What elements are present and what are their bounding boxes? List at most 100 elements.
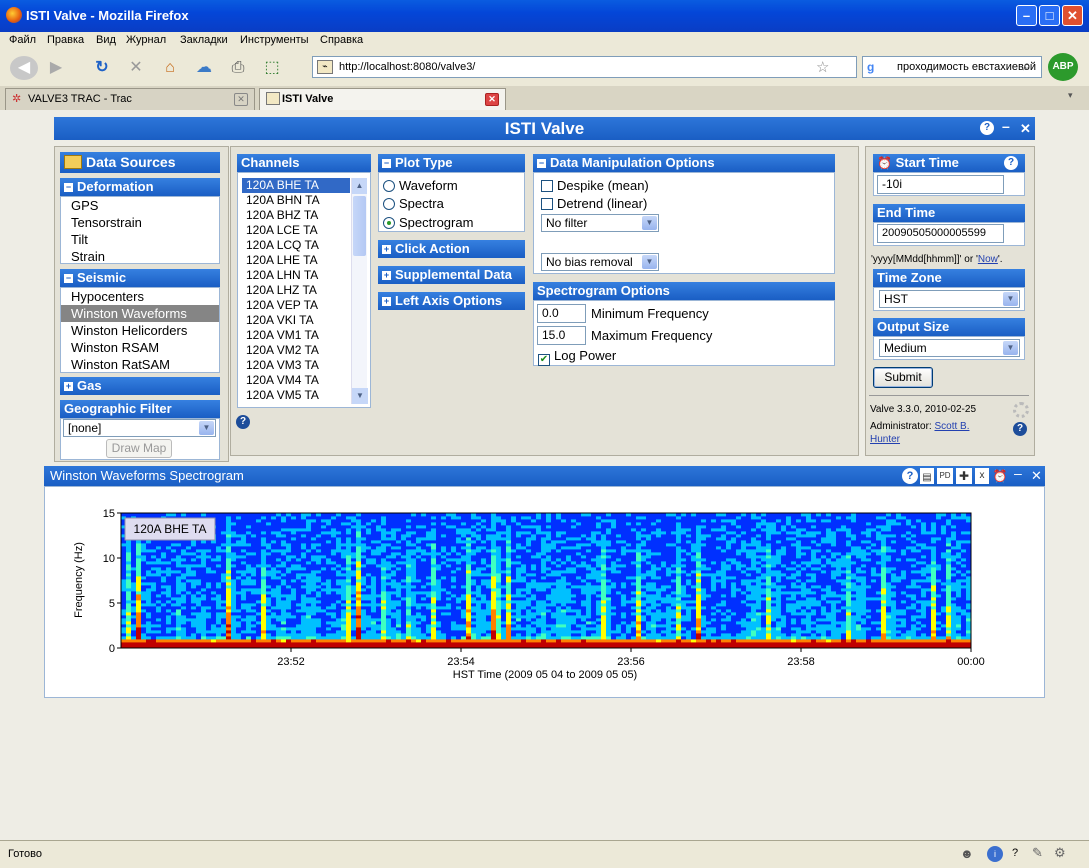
heatmap-cell	[126, 573, 132, 577]
channel-list[interactable]: 120A BHE TA 120A BHN TA 120A BHZ TA 120A…	[242, 178, 350, 404]
source-winston-rsam[interactable]: Winston RSAM	[61, 339, 219, 356]
back-icon[interactable]: ◀	[10, 56, 38, 80]
channel-item[interactable]: 120A VM4 TA	[242, 373, 350, 388]
forward-icon[interactable]: ▶	[44, 56, 68, 80]
channel-item[interactable]: 120A LHN TA	[242, 268, 350, 283]
channel-item[interactable]: 120A VM3 TA	[242, 358, 350, 373]
help-icon[interactable]: ?	[1004, 156, 1018, 170]
minimize-button[interactable]: –	[1016, 5, 1037, 26]
channel-item[interactable]: 120A VM1 TA	[242, 328, 350, 343]
book-icon[interactable]: ▤	[920, 468, 934, 484]
menu-file[interactable]: Файл	[9, 34, 36, 46]
menu-bookmarks[interactable]: Закладки	[180, 34, 228, 46]
close-icon[interactable]: ✕	[1031, 466, 1042, 486]
click-action-header[interactable]: + Click Action	[378, 240, 525, 258]
detrend-checkbox[interactable]: Detrend (linear)	[541, 196, 647, 211]
gas-header[interactable]: + Gas	[60, 377, 220, 395]
plot-type-waveform[interactable]: Waveform	[383, 178, 458, 193]
channel-item[interactable]: 120A BHZ TA	[242, 208, 350, 223]
geo-filter-select[interactable]: [none] ▼	[63, 419, 216, 437]
now-link[interactable]: Now	[978, 254, 998, 265]
stop-icon[interactable]: ✕	[124, 56, 148, 80]
start-time-input[interactable]: -10i	[877, 175, 1004, 194]
help-icon[interactable]: ?	[902, 468, 918, 484]
submit-button[interactable]: Submit	[873, 367, 933, 388]
clock-icon[interactable]: ⏰	[992, 468, 1008, 484]
end-time-input[interactable]: 20090505000005599	[877, 224, 1004, 243]
source-winston-helicorders[interactable]: Winston Helicorders	[61, 322, 219, 339]
despike-checkbox[interactable]: Despike (mean)	[541, 178, 649, 193]
heatmap-cell	[441, 552, 447, 556]
tab-valve[interactable]: ISTI Valve ✕	[259, 88, 506, 110]
channel-item[interactable]: 120A VM5 TA	[242, 388, 350, 403]
plot-type-spectrogram[interactable]: Spectrogram	[383, 215, 473, 230]
channel-item[interactable]: 120A VKI TA	[242, 313, 350, 328]
menu-view[interactable]: Вид	[96, 34, 116, 46]
export-icon[interactable]: x	[975, 468, 989, 484]
left-axis-header[interactable]: + Left Axis Options	[378, 292, 525, 310]
close-icon[interactable]: ✕	[1020, 117, 1031, 140]
scroll-down-icon[interactable]: ▼	[352, 388, 368, 404]
source-tensorstrain[interactable]: Tensorstrain	[61, 214, 219, 231]
plot-type-header[interactable]: − Plot Type	[378, 154, 525, 172]
channel-scrollbar[interactable]: ▲ ▼	[351, 178, 368, 404]
bookmark-icon[interactable]: ☁	[192, 56, 216, 80]
min-frequency-input[interactable]: 0.0	[537, 304, 586, 323]
menu-edit[interactable]: Правка	[47, 34, 84, 46]
help-icon[interactable]: ?	[1013, 422, 1027, 436]
source-winston-ratsam[interactable]: Winston RatSAM	[61, 356, 219, 373]
channel-item[interactable]: 120A LHZ TA	[242, 283, 350, 298]
draw-map-button[interactable]: Draw Map	[106, 439, 172, 458]
reload-icon[interactable]: ↻	[90, 56, 114, 80]
max-frequency-input[interactable]: 15.0	[537, 326, 586, 345]
log-power-checkbox[interactable]: ✔ Log Power	[538, 348, 616, 366]
bias-select[interactable]: No bias removal ▼	[541, 253, 659, 271]
source-hypocenters[interactable]: Hypocenters	[61, 288, 219, 305]
zoom-icon[interactable]: ✚	[956, 468, 972, 484]
heatmap-cell	[466, 552, 472, 556]
pdf-icon[interactable]: PD	[937, 468, 953, 484]
minimize-icon[interactable]: –	[1014, 463, 1022, 483]
channel-item[interactable]: 120A VM2 TA	[242, 343, 350, 358]
channel-item[interactable]: 120A LCE TA	[242, 223, 350, 238]
supplemental-header[interactable]: + Supplemental Data	[378, 266, 525, 284]
star-icon[interactable]: ☆	[816, 58, 829, 76]
menu-help[interactable]: Справка	[320, 34, 363, 46]
channel-item[interactable]: 120A BHE TA	[242, 178, 350, 193]
adblock-icon[interactable]: ABP	[1048, 53, 1078, 81]
tab-trac[interactable]: ✲ VALVE3 TRAC - Trac ✕	[5, 88, 255, 110]
menu-history[interactable]: Журнал	[126, 34, 166, 46]
source-winston-waveforms[interactable]: Winston Waveforms	[61, 305, 219, 322]
search-icon[interactable]: ⌕	[1023, 57, 1041, 75]
close-tab-icon[interactable]: ✕	[234, 93, 248, 106]
source-strain[interactable]: Strain	[61, 248, 219, 265]
source-gps[interactable]: GPS	[61, 197, 219, 214]
scroll-thumb[interactable]	[353, 196, 366, 256]
print-icon[interactable]: ⎙	[226, 56, 250, 80]
close-tab-icon[interactable]: ✕	[485, 93, 499, 106]
close-window-button[interactable]: ✕	[1062, 5, 1083, 26]
manip-header[interactable]: − Data Manipulation Options	[533, 154, 835, 172]
channel-item[interactable]: 120A LCQ TA	[242, 238, 350, 253]
menu-tools[interactable]: Инструменты	[240, 34, 309, 46]
channel-item[interactable]: 120A VEP TA	[242, 298, 350, 313]
maximize-button[interactable]: □	[1039, 5, 1060, 26]
home-icon[interactable]: ⌂	[158, 56, 182, 80]
minimize-icon[interactable]: –	[1002, 115, 1010, 138]
url-field[interactable]: ⌁ http://localhost:8080/valve3/ ☆	[312, 56, 857, 78]
search-field[interactable]: g проходимость евстахиевой т	[862, 56, 1042, 78]
map-tool-icon[interactable]: ⬚	[260, 56, 284, 80]
filter-select[interactable]: No filter ▼	[541, 214, 659, 232]
help-icon[interactable]: ?	[236, 415, 250, 429]
channel-item[interactable]: 120A LHE TA	[242, 253, 350, 268]
deformation-header[interactable]: − Deformation	[60, 178, 220, 196]
time-zone-select[interactable]: HST ▼	[879, 290, 1020, 308]
help-icon[interactable]: ?	[980, 121, 994, 135]
plot-type-spectra[interactable]: Spectra	[383, 196, 444, 211]
scroll-up-icon[interactable]: ▲	[352, 178, 367, 194]
tab-list-icon[interactable]: ▾	[1068, 90, 1084, 106]
source-tilt[interactable]: Tilt	[61, 231, 219, 248]
output-size-select[interactable]: Medium ▼	[879, 339, 1020, 357]
seismic-header[interactable]: − Seismic	[60, 269, 220, 287]
channel-item[interactable]: 120A BHN TA	[242, 193, 350, 208]
